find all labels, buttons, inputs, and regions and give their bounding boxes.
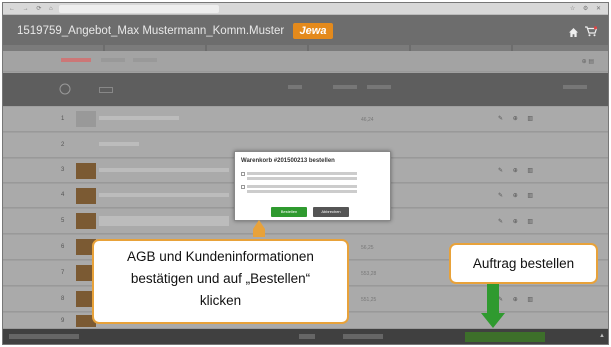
row-actions[interactable]: ✎ ⊕ ▥ — [498, 296, 537, 303]
scroll-up-icon[interactable]: ▲ — [599, 333, 605, 339]
callout-text-line: AGB und Kundeninformationen — [127, 249, 314, 264]
status-summary — [9, 334, 79, 339]
row-number: 8 — [61, 296, 65, 302]
row-price: 56,25 — [361, 245, 374, 251]
row-actions[interactable]: ✎ ⊕ ▥ — [498, 218, 537, 225]
browser-toolbar: ← → ⟳ ⌂ ☆ ⚙ ✕ — [3, 3, 608, 15]
instruction-callout: AGB und Kundeninformationen bestätigen u… — [92, 239, 349, 324]
callout-text-line: klicken — [199, 293, 242, 308]
product-thumbnail — [76, 188, 96, 204]
customer-info-checkbox[interactable] — [241, 185, 245, 189]
abbrechen-button[interactable]: Abbrechen — [313, 207, 349, 217]
product-thumbnail — [76, 163, 96, 179]
bestellen-button[interactable]: Bestellen — [271, 207, 307, 217]
row-price: 551,25 — [361, 297, 377, 303]
tab[interactable] — [133, 58, 157, 62]
tab[interactable] — [101, 58, 125, 62]
row-description — [99, 142, 139, 146]
row-number: 9 — [61, 318, 65, 324]
bottom-status-bar: ▲ — [3, 329, 608, 344]
terms-checkbox-row[interactable] — [241, 172, 386, 181]
row-number: 3 — [61, 167, 65, 173]
order-callout: Auftrag bestellen — [449, 243, 598, 284]
row-number: 1 — [61, 116, 65, 122]
status-value — [299, 334, 315, 339]
product-thumbnail — [76, 213, 96, 229]
terms-checkbox[interactable] — [241, 172, 245, 176]
row-description — [99, 116, 179, 120]
table-header — [3, 73, 608, 106]
page-title: 1519759_Angebot_Max Mustermann_Komm.Must… — [17, 25, 285, 37]
row-actions[interactable]: ✎ ⊕ ▥ — [498, 192, 537, 199]
tabs-bar: ⊕ ▤ — [3, 51, 608, 72]
column-icons — [99, 87, 113, 93]
dialog-title: Warenkorb #201500213 bestellen — [241, 158, 335, 164]
app-frame: ← → ⟳ ⌂ ☆ ⚙ ✕ 1519759_Angebot_Max Muster… — [2, 2, 609, 345]
table-row[interactable]: 1 46,24 ✎ ⊕ ▥ — [3, 107, 608, 132]
row-actions[interactable]: ✎ ⊕ ▥ — [498, 115, 537, 122]
row-number: 6 — [61, 244, 65, 250]
customer-info-checkbox-row[interactable] — [241, 185, 386, 194]
row-number: 4 — [61, 192, 65, 198]
row-number: 2 — [61, 142, 65, 148]
row-description — [99, 193, 229, 197]
row-number: 7 — [61, 270, 65, 276]
column-header — [288, 85, 302, 89]
tab-active[interactable] — [61, 58, 91, 62]
browser-nav-icons[interactable]: ← → ⟳ ⌂ — [9, 5, 56, 12]
column-header — [563, 85, 587, 89]
row-actions[interactable]: ✎ ⊕ ▥ — [498, 167, 537, 174]
tab-tools-icons[interactable]: ⊕ ▤ — [582, 58, 594, 65]
row-number: 5 — [61, 218, 65, 224]
home-icon[interactable] — [569, 28, 578, 37]
app-header: 1519759_Angebot_Max Mustermann_Komm.Must… — [3, 15, 608, 52]
row-description — [99, 168, 229, 172]
row-description — [99, 216, 229, 226]
callout-text-line: bestätigen und auf „Bestellen“ — [130, 271, 311, 286]
product-thumbnail — [76, 111, 96, 127]
address-bar[interactable] — [59, 5, 219, 13]
row-price: 46,24 — [361, 117, 374, 123]
window-controls[interactable]: ☆ ⚙ ✕ — [570, 5, 604, 12]
row-price: 553,28 — [361, 271, 377, 277]
column-header — [333, 85, 357, 89]
column-header — [367, 85, 391, 89]
order-button[interactable] — [465, 332, 545, 342]
cart-icon[interactable] — [585, 26, 597, 37]
jewa-logo: Jewa — [293, 23, 333, 39]
order-dialog: Warenkorb #201500213 bestellen Bestellen… — [234, 151, 391, 221]
filter-icon[interactable] — [59, 83, 71, 95]
status-value — [343, 334, 383, 339]
